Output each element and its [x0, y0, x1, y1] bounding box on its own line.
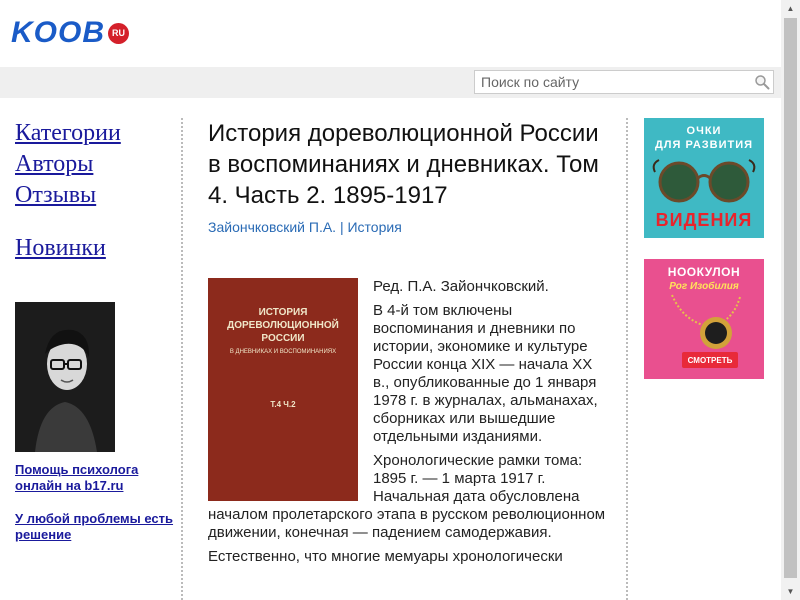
ad1-line2: ДЛЯ РАЗВИТИЯ [654, 139, 754, 151]
ad2-watch-button[interactable]: СМОТРЕТЬ [682, 352, 738, 368]
scroll-down-icon[interactable]: ▼ [781, 583, 800, 600]
ad2-line1: НООКУЛОН [667, 265, 741, 279]
cover-title: ИСТОРИЯ ДОРЕВОЛЮЦИОННОЙ РОССИИ [227, 307, 339, 344]
site-logo[interactable]: KOOB RU [11, 16, 129, 49]
scrollbar-thumb[interactable] [784, 18, 797, 578]
promo-link-solution[interactable]: У любой проблемы есть решение [15, 511, 175, 543]
book-category-link[interactable]: История [347, 219, 401, 235]
nav-gap [15, 211, 175, 233]
ad1-line3: ВИДЕНИЯ [655, 210, 753, 230]
logo-badge: RU [108, 22, 129, 44]
logo-text: KOOB [11, 16, 105, 49]
page-scrollbar[interactable]: ▲ ▼ [781, 0, 800, 600]
site-header: KOOB RU [0, 0, 781, 67]
main-content: История дореволюционной России в воспоми… [208, 118, 608, 565]
left-divider [181, 118, 183, 600]
left-navigation: Категории Авторы Отзывы Новинки [15, 118, 175, 264]
ad-amulet[interactable]: НООКУЛОН Рог Изобилия СМОТРЕТЬ [644, 259, 764, 379]
cover-subtitle: В ДНЕВНИКАХ И ВОСПОМИНАНИЯХ [229, 349, 337, 355]
ad1-line1: ОЧКИ [686, 125, 722, 137]
right-divider [626, 118, 628, 600]
book-cover[interactable]: ИСТОРИЯ ДОРЕВОЛЮЦИОННОЙ РОССИИ В ДНЕВНИК… [208, 278, 358, 501]
ad2-line2: Рог Изобилия [669, 281, 739, 292]
search-icon[interactable] [751, 71, 773, 93]
book-description: ИСТОРИЯ ДОРЕВОЛЮЦИОННОЙ РОССИИ В ДНЕВНИК… [208, 278, 608, 572]
nav-link-new[interactable]: Новинки [15, 233, 175, 264]
description-paragraph-3: Естественно, что многие мемуары хронолог… [208, 548, 563, 565]
ad-glasses[interactable]: ОЧКИ ДЛЯ РАЗВИТИЯ ВИДЕНИЯ [644, 118, 764, 238]
nav-link-reviews[interactable]: Отзывы [15, 180, 175, 211]
book-title: История дореволюционной России в воспоми… [208, 120, 599, 209]
amulet-icon [671, 294, 741, 349]
nav-link-authors[interactable]: Авторы [15, 149, 175, 180]
book-meta: Зайончковский П.А. | История [208, 219, 608, 235]
nav-link-categories[interactable]: Категории [15, 118, 175, 149]
promo-link-psychologist[interactable]: Помощь психолога онлайн на b17.ru [15, 462, 175, 494]
book-author-link[interactable]: Зайончковский П.А. [208, 219, 336, 235]
search-bar [0, 67, 781, 98]
meta-separator: | [336, 219, 348, 235]
cover-volume: Т.4 Ч.2 [270, 400, 296, 409]
scroll-up-icon[interactable]: ▲ [781, 0, 800, 17]
search-box [474, 70, 774, 94]
search-input[interactable] [475, 71, 751, 93]
glasses-icon [652, 159, 756, 203]
promo-photo[interactable] [15, 302, 115, 452]
